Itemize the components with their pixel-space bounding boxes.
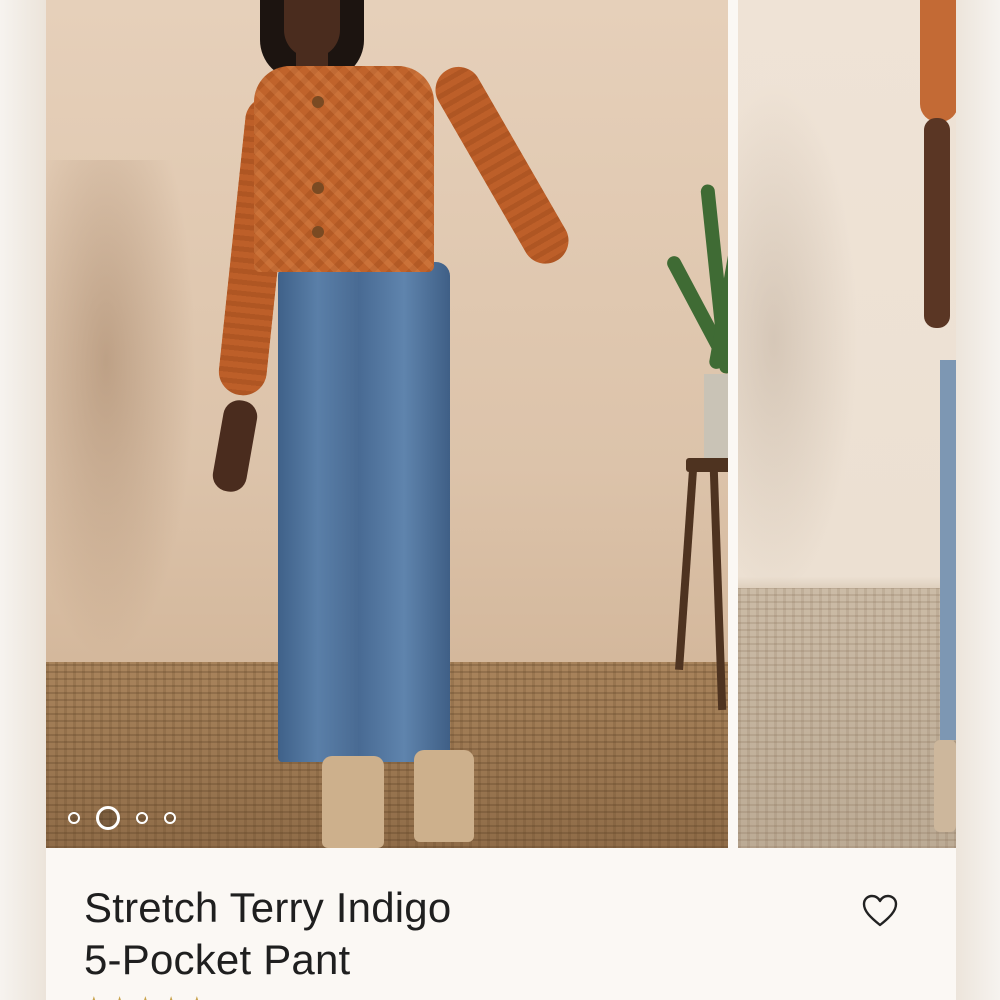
cardigan-button xyxy=(312,226,324,238)
product-card[interactable]: Stretch Terry Indigo 5-Pocket Pant ★ ★ ★… xyxy=(46,0,956,1000)
cardigan-button xyxy=(312,182,324,194)
star-icon: ★ xyxy=(84,992,104,1000)
jeans-right-leg xyxy=(358,262,450,762)
sweater-sleeve xyxy=(920,0,956,122)
page-edge-right xyxy=(954,0,1000,1000)
model-hand xyxy=(210,397,260,495)
product-info: Stretch Terry Indigo 5-Pocket Pant ★ ★ ★… xyxy=(46,848,956,1000)
carousel-dot[interactable] xyxy=(68,812,80,824)
carousel-dot-active[interactable] xyxy=(96,806,120,830)
suede-boot-left xyxy=(322,756,384,848)
jeans-left-leg xyxy=(278,262,366,762)
star-icon: ★ xyxy=(135,992,155,1000)
model-arm xyxy=(924,118,950,328)
heart-outline-icon[interactable] xyxy=(862,894,898,928)
wall-shadow xyxy=(46,160,196,660)
star-icon: ★ xyxy=(187,992,207,1000)
star-icon: ★ xyxy=(161,992,181,1000)
suede-boot xyxy=(934,740,956,832)
plant-pot xyxy=(704,374,728,464)
page-edge-left xyxy=(0,0,46,1000)
product-title-line: Stretch Terry Indigo xyxy=(84,884,452,931)
sweater-sleeve-right xyxy=(427,58,577,273)
cable-knit-cardigan xyxy=(254,66,434,272)
product-title-line: 5-Pocket Pant xyxy=(84,936,351,983)
wall-shadow xyxy=(738,80,858,600)
carousel-dot[interactable] xyxy=(164,812,176,824)
product-photo-next[interactable] xyxy=(738,0,956,848)
stool-leg xyxy=(675,469,697,671)
cardigan-button xyxy=(312,96,324,108)
jute-rug xyxy=(738,588,956,848)
product-title[interactable]: Stretch Terry Indigo 5-Pocket Pant xyxy=(84,882,644,986)
star-icon: ★ xyxy=(110,992,130,1000)
carousel-dot[interactable] xyxy=(136,812,148,824)
suede-boot-right xyxy=(414,750,474,842)
image-carousel[interactable] xyxy=(46,0,956,848)
rating-row[interactable]: ★ ★ ★ ★ ★ xyxy=(84,992,207,1000)
jeans-leg xyxy=(940,360,956,740)
carousel-pagination xyxy=(68,806,176,830)
product-photo-main[interactable] xyxy=(46,0,728,848)
